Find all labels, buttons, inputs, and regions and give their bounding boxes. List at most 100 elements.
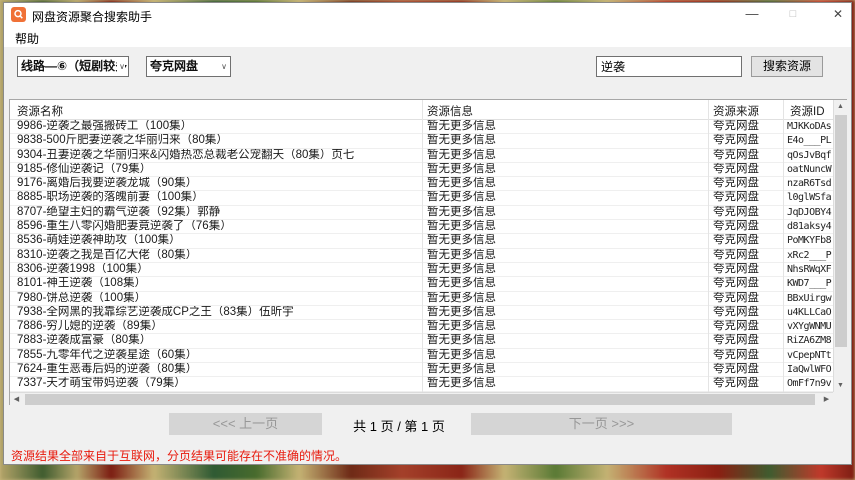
cell-id: nzaR6Tsd.. [787,177,832,191]
cell-info: 暂无更多信息 [427,306,703,320]
cell-source: 夸克网盘 [713,377,779,391]
cell-source: 夸克网盘 [713,234,779,248]
scroll-down-icon[interactable]: ▼ [834,379,847,392]
cell-source: 夸克网盘 [713,206,779,220]
disclaimer-text: 资源结果全部来自于互联网，分页结果可能存在不准确的情况。 [11,447,347,464]
cell-id: d81aksy4.. [787,220,832,234]
cell-name: 7980-饼总逆袭（100集） [17,292,419,306]
cell-id: PoMKYFb8.. [787,234,832,248]
cell-info: 暂无更多信息 [427,191,703,205]
search-input[interactable] [596,56,742,77]
cell-source: 夸克网盘 [713,263,779,277]
column-header-id[interactable]: 资源ID [790,103,825,119]
cell-info: 暂无更多信息 [427,134,703,148]
pan-type-dropdown[interactable]: 夸克网盘 ∨ [146,56,231,77]
results-table: 资源名称 资源信息 资源来源 资源ID 9986-逆袭之最强搬砖工（100集） 暂… [9,99,847,405]
scroll-left-icon[interactable]: ◀ [10,393,23,406]
cell-info: 暂无更多信息 [427,120,703,134]
cell-id: KWD7___P.. [787,277,832,291]
vertical-scroll-thumb[interactable] [835,115,847,347]
chevron-down-icon: ∨ [117,57,125,76]
close-button[interactable]: ✕ [823,3,853,26]
cell-name: 7938-全网黑的我靠综艺逆袭成CP之王（83集）伍昕宇 [17,306,419,320]
cell-name: 7883-逆袭成富豪（80集） [17,334,419,348]
cell-id: u4KLLCaO.. [787,306,832,320]
cell-id: IaQwlWFO.. [787,363,832,377]
cell-info: 暂无更多信息 [427,249,703,263]
menu-bar: 帮助 [4,26,851,47]
scrollbar-corner [833,392,847,405]
cell-source: 夸克网盘 [713,277,779,291]
cell-name: 8536-萌娃逆袭神助攻（100集） [17,234,419,248]
cell-info: 暂无更多信息 [427,149,703,163]
column-header-source[interactable]: 资源来源 [713,103,759,119]
minimize-button[interactable]: — [737,3,767,26]
cell-source: 夸克网盘 [713,149,779,163]
cell-source: 夸克网盘 [713,191,779,205]
column-divider [422,100,423,392]
app-window: 网盘资源聚合搜索助手 — □ ✕ 帮助 线路—⑥（短剧较多 ∨ 夸克网盘 ∨ 搜… [3,2,852,465]
cell-source: 夸克网盘 [713,120,779,134]
cell-name: 9185-修仙逆袭记（79集） [17,163,419,177]
cell-source: 夸克网盘 [713,163,779,177]
cell-id: JqDJOBY4.. [787,206,832,220]
app-logo-search-icon [11,7,26,22]
window-title: 网盘资源聚合搜索助手 [32,8,152,25]
cell-info: 暂无更多信息 [427,334,703,348]
cell-name: 7886-穷儿媳的逆袭（89集） [17,320,419,334]
cell-info: 暂无更多信息 [427,163,703,177]
cell-name: 9838-500斤肥妻逆袭之华丽归来（80集） [17,134,419,148]
scroll-right-icon[interactable]: ▶ [820,393,833,406]
horizontal-scroll-thumb[interactable] [25,394,815,405]
cell-name: 9304-丑妻逆袭之华丽归来&闪婚热恋总裁老公宠翻天（80集）页七 [17,149,419,163]
cell-id: qOsJvBqf.. [787,149,832,163]
cell-info: 暂无更多信息 [427,363,703,377]
cell-id: E4o___PL.. [787,134,832,148]
cell-name: 7855-九零年代之逆袭星途（60集） [17,349,419,363]
menu-item-help[interactable]: 帮助 [11,29,43,48]
line-select-value: 线路—⑥（短剧较多 [21,59,127,73]
cell-name: 8101-神王逆袭（108集） [17,277,419,291]
horizontal-scrollbar[interactable]: ◀ ▶ [10,392,833,405]
cell-name: 8596-重生八零闪婚肥妻竟逆袭了（76集） [17,220,419,234]
cell-info: 暂无更多信息 [427,263,703,277]
column-divider [708,100,709,392]
cell-info: 暂无更多信息 [427,377,703,391]
cell-info: 暂无更多信息 [427,177,703,191]
cell-source: 夸克网盘 [713,349,779,363]
cell-name: 8707-绝望主妇的霸气逆袭（92集）郭静 [17,206,419,220]
scroll-up-icon[interactable]: ▲ [834,100,847,113]
cell-source: 夸克网盘 [713,320,779,334]
title-bar: 网盘资源聚合搜索助手 — □ ✕ [4,3,851,26]
cell-name: 7624-重生恶毒后妈的逆袭（80集） [17,363,419,377]
cell-id: xRc2___P.. [787,249,832,263]
cell-source: 夸克网盘 [713,363,779,377]
chevron-down-icon: ∨ [219,57,227,76]
column-header-info[interactable]: 资源信息 [427,103,473,119]
column-header-name[interactable]: 资源名称 [17,103,63,119]
cell-source: 夸克网盘 [713,249,779,263]
cell-id: oatNuncW.. [787,163,832,177]
maximize-button[interactable]: □ [778,3,808,26]
next-page-button[interactable]: 下一页 >>> [471,413,732,435]
cell-id: vXYgWNMU.. [787,320,832,334]
cell-name: 7337-天才萌宝带妈逆袭（79集） [17,377,419,391]
cell-info: 暂无更多信息 [427,206,703,220]
cell-source: 夸克网盘 [713,220,779,234]
cell-info: 暂无更多信息 [427,320,703,334]
cell-id: BBxUirgw.. [787,292,832,306]
cell-id: MJKKoDAs.. [787,120,832,134]
cell-info: 暂无更多信息 [427,220,703,234]
cell-name: 8885-职场逆袭的落魄前妻（100集） [17,191,419,205]
cell-name: 8306-逆袭1998（100集） [17,263,419,277]
cell-source: 夸克网盘 [713,177,779,191]
search-button[interactable]: 搜索资源 [751,56,823,77]
cell-id: vCpepNTt.. [787,349,832,363]
cell-id: NhsRWqXF.. [787,263,832,277]
cell-info: 暂无更多信息 [427,277,703,291]
prev-page-button[interactable]: <<< 上一页 [169,413,322,435]
vertical-scrollbar[interactable]: ▲ ▼ [833,100,847,392]
cell-name: 8310-逆袭之我是百亿大佬（80集） [17,249,419,263]
cell-name: 9986-逆袭之最强搬砖工（100集） [17,120,419,134]
line-select-dropdown[interactable]: 线路—⑥（短剧较多 ∨ [17,56,129,77]
